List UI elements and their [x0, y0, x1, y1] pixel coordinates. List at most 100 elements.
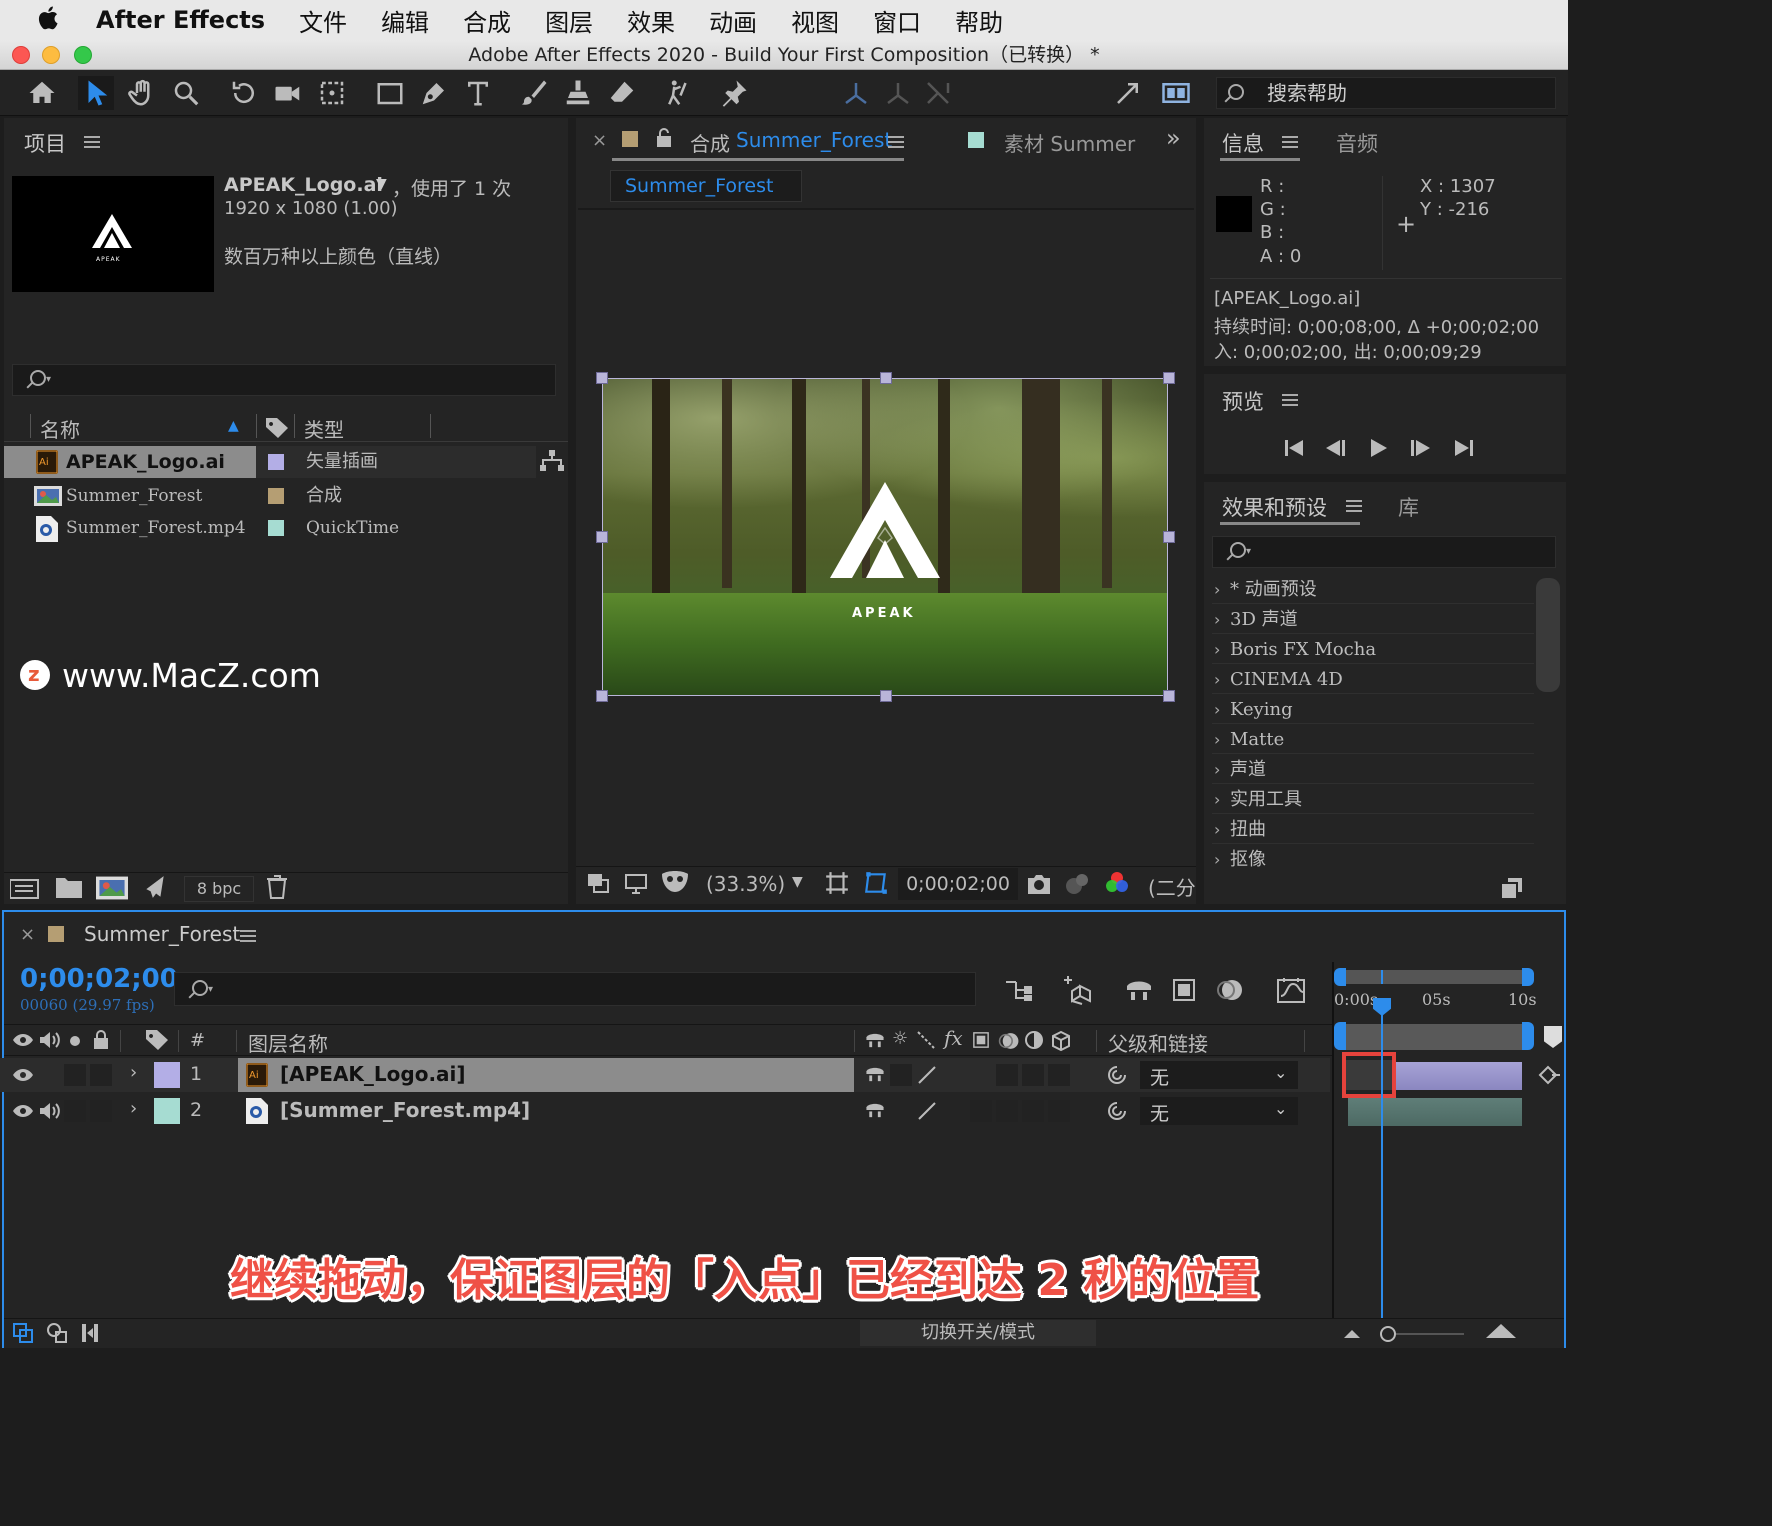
comp-tab-prefix[interactable]: 合成: [690, 128, 730, 157]
frame-blending-icon[interactable]: [1170, 976, 1198, 1004]
preview-menu-icon[interactable]: [1282, 394, 1298, 406]
close-tab-icon[interactable]: ×: [20, 924, 35, 945]
comp-tab-name[interactable]: Summer_Forest: [736, 128, 892, 152]
layer-duration-bar[interactable]: [1348, 1098, 1522, 1126]
column-name-header[interactable]: 名称: [40, 414, 80, 443]
current-time-field[interactable]: 0;00;02;00: [898, 868, 1018, 900]
effects-category[interactable]: › * 动画预设: [1212, 576, 1534, 604]
label-tag-icon[interactable]: [266, 418, 288, 438]
frame-blend-toggle[interactable]: [970, 1100, 992, 1122]
next-frame-icon[interactable]: [1408, 436, 1432, 460]
search-dropdown-icon[interactable]: ▾: [1246, 546, 1251, 557]
effects-category[interactable]: › 3D 声道: [1212, 606, 1534, 634]
mask-visibility-icon[interactable]: [660, 870, 690, 896]
resolution-dropdown[interactable]: (二分: [1148, 872, 1196, 901]
eye-icon[interactable]: [12, 1067, 34, 1083]
timeline-menu-icon[interactable]: [240, 930, 256, 942]
toggle-switches-modes-button[interactable]: 切换开关/模式: [860, 1320, 1096, 1346]
zoom-out-icon[interactable]: [1342, 1326, 1362, 1340]
lock-icon[interactable]: [656, 128, 672, 148]
motion-blur-icon[interactable]: [1216, 976, 1244, 1004]
effects-category[interactable]: › Matte: [1212, 726, 1534, 754]
chevron-right-icon[interactable]: ›: [130, 1098, 137, 1119]
audio-icon[interactable]: [38, 1030, 60, 1050]
zoom-in-icon[interactable]: [1486, 1322, 1516, 1340]
layer-duration-bar[interactable]: [1396, 1062, 1522, 1090]
navigator-start-handle[interactable]: [1334, 968, 1346, 986]
expand-toolbar-icon[interactable]: [1110, 76, 1146, 110]
project-panel-title[interactable]: 项目: [24, 128, 66, 158]
transfer-controls-pane-icon[interactable]: [46, 1322, 70, 1344]
column-type-header[interactable]: 类型: [304, 414, 344, 443]
project-item-row[interactable]: Ai APEAK_Logo.ai 矢量插画: [4, 446, 536, 478]
project-item-row[interactable]: Summer_Forest 合成: [4, 480, 536, 512]
puppet-tool-icon[interactable]: [660, 76, 696, 110]
layer-row[interactable]: › 2 [Summer_Forest.mp4] 无 ⌄: [0, 1094, 1330, 1128]
navigator-end-handle[interactable]: [1522, 968, 1534, 986]
chevron-down-icon[interactable]: ▼: [792, 874, 803, 890]
interpret-footage-icon[interactable]: [10, 876, 40, 900]
lock-toggle[interactable]: [90, 1064, 112, 1086]
work-area-bar[interactable]: [1338, 1024, 1528, 1050]
chevron-right-icon[interactable]: ›: [130, 1062, 137, 1083]
3d-toggle[interactable]: [1048, 1064, 1070, 1086]
effects-category[interactable]: › 声道: [1212, 756, 1534, 784]
clone-stamp-tool-icon[interactable]: [560, 76, 596, 110]
search-dropdown-icon[interactable]: ▾: [208, 984, 213, 995]
sort-ascending-icon[interactable]: ▲: [228, 418, 239, 434]
transform-handle[interactable]: [596, 531, 608, 543]
zoom-tool-icon[interactable]: [168, 76, 204, 110]
brush-tool-icon[interactable]: [516, 76, 552, 110]
zoom-slider-thumb[interactable]: [1380, 1326, 1396, 1342]
eye-icon[interactable]: [12, 1103, 34, 1119]
play-icon[interactable]: [1366, 436, 1390, 460]
effects-presets-tab[interactable]: 效果和预设: [1222, 492, 1327, 522]
label-color-swatch[interactable]: [268, 454, 284, 470]
menu-composition[interactable]: 合成: [463, 3, 511, 38]
bit-depth-button[interactable]: 8 bpc: [184, 876, 254, 902]
last-frame-icon[interactable]: [1452, 436, 1476, 460]
transform-handle[interactable]: [1163, 690, 1175, 702]
solo-icon[interactable]: [70, 1036, 80, 1046]
timeline-tab[interactable]: Summer_Forest: [84, 922, 240, 946]
playhead-line[interactable]: [1381, 1000, 1383, 1318]
timeline-current-time[interactable]: 0;00;02;00: [20, 964, 178, 994]
transform-handle[interactable]: [1163, 372, 1175, 384]
lock-icon[interactable]: [92, 1030, 110, 1050]
solo-toggle[interactable]: [64, 1064, 86, 1086]
view-axis-icon[interactable]: [920, 76, 956, 110]
grid-guides-icon[interactable]: [824, 870, 850, 896]
info-tab[interactable]: 信息: [1222, 128, 1264, 158]
menu-help[interactable]: 帮助: [955, 3, 1003, 38]
local-axis-icon[interactable]: [838, 76, 874, 110]
parent-pickwhip-icon[interactable]: [1106, 1100, 1128, 1122]
transform-handle[interactable]: [880, 690, 892, 702]
effects-category[interactable]: › CINEMA 4D: [1212, 666, 1534, 694]
menu-window[interactable]: 窗口: [873, 3, 921, 38]
draft-3d-icon[interactable]: [1062, 974, 1094, 1006]
quality-toggle-icon[interactable]: [916, 1064, 938, 1086]
comp-menu-icon[interactable]: [888, 136, 904, 148]
previous-frame-icon[interactable]: [1324, 436, 1348, 460]
motion-blur-toggle[interactable]: [996, 1064, 1018, 1086]
effects-category[interactable]: › 实用工具: [1212, 786, 1534, 814]
snapshot-camera-icon[interactable]: [1026, 872, 1052, 896]
search-dropdown-icon[interactable]: ▾: [46, 374, 51, 385]
graph-editor-icon[interactable]: [1276, 976, 1306, 1004]
layer-label-swatch[interactable]: [154, 1062, 180, 1088]
workspace-icon[interactable]: [1158, 76, 1194, 110]
shy-toggle-icon[interactable]: [864, 1064, 886, 1084]
collapse-toggle[interactable]: [890, 1064, 912, 1086]
hand-tool-icon[interactable]: [124, 76, 160, 110]
quality-toggle-icon[interactable]: [916, 1100, 938, 1122]
parent-pickwhip-icon[interactable]: [1106, 1064, 1128, 1086]
composition-viewer[interactable]: APEAK: [602, 378, 1168, 696]
in-out-pane-icon[interactable]: [80, 1322, 100, 1344]
work-area-end-handle[interactable]: [1522, 1022, 1534, 1050]
close-window-button[interactable]: [12, 46, 30, 64]
world-axis-icon[interactable]: [880, 76, 916, 110]
pin-tool-icon[interactable]: [716, 76, 752, 110]
pen-tool-icon[interactable]: [416, 76, 452, 110]
menu-layer[interactable]: 图层: [545, 3, 593, 38]
always-preview-icon[interactable]: [586, 872, 610, 896]
